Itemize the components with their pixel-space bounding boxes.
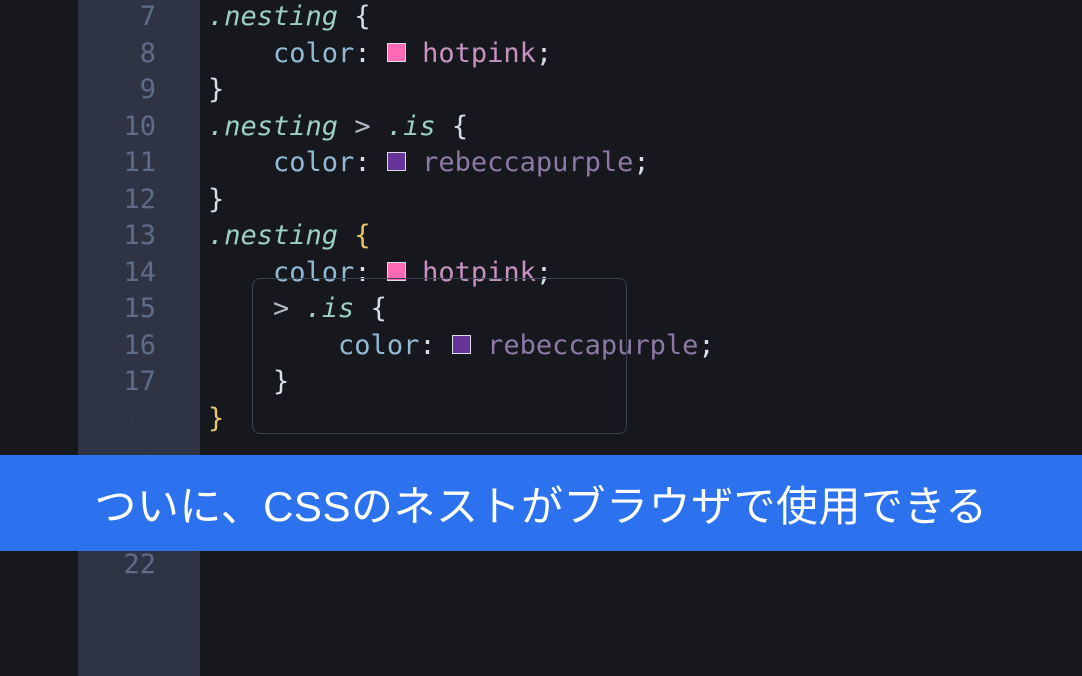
token-punct bbox=[208, 293, 273, 324]
headline-banner: ついに、CSSのネストがブラウザで使用できる bbox=[0, 455, 1082, 551]
code-content[interactable]: .nesting { bbox=[208, 0, 1082, 36]
code-line[interactable]: 8 color: hotpink; bbox=[0, 36, 1082, 73]
line-number: 22 bbox=[0, 547, 170, 584]
rebecca-color-swatch-icon bbox=[387, 152, 406, 171]
code-line[interactable]: 9} bbox=[0, 72, 1082, 109]
token-punct: ; bbox=[633, 147, 649, 178]
token-punct: { bbox=[452, 111, 468, 142]
rebecca-color-swatch-icon bbox=[452, 335, 471, 354]
token-punct: ; bbox=[698, 330, 714, 361]
code-line[interactable]: 16 color: rebeccapurple; bbox=[0, 328, 1082, 365]
token-value-hotpink: hotpink bbox=[406, 257, 536, 288]
token-punct: : bbox=[419, 330, 452, 361]
token-punct: ; bbox=[536, 257, 552, 288]
token-punct: } bbox=[208, 74, 224, 105]
line-number: 18 bbox=[0, 401, 170, 438]
token-value-hotpink: hotpink bbox=[406, 38, 536, 69]
line-number: 7 bbox=[0, 0, 170, 36]
token-prop: color bbox=[273, 257, 354, 288]
token-punct bbox=[208, 366, 273, 397]
code-content[interactable]: .nesting > .is { bbox=[208, 109, 1082, 146]
code-line[interactable]: 7 .nesting { bbox=[0, 0, 1082, 36]
token-punct: } bbox=[208, 184, 224, 215]
line-number: 11 bbox=[0, 145, 170, 182]
line-number: 15 bbox=[0, 291, 170, 328]
code-line[interactable]: 18} bbox=[0, 401, 1082, 438]
line-number: 10 bbox=[0, 109, 170, 146]
token-punct bbox=[208, 147, 273, 178]
token-value-rebecca: rebeccapurple bbox=[406, 147, 634, 178]
hotpink-color-swatch-icon bbox=[387, 43, 406, 62]
token-punct: { bbox=[371, 293, 387, 324]
token-value-rebecca: rebeccapurple bbox=[471, 330, 699, 361]
code-content[interactable]: color: rebeccapurple; bbox=[208, 328, 1082, 365]
token-punct: : bbox=[354, 257, 387, 288]
code-line[interactable]: 15 > .is { bbox=[0, 291, 1082, 328]
token-punct: ; bbox=[536, 38, 552, 69]
token-brace-gold: { bbox=[354, 220, 370, 251]
token-prop: color bbox=[338, 330, 419, 361]
code-content[interactable]: } bbox=[208, 401, 1082, 438]
token-selector: .nesting bbox=[208, 220, 354, 251]
line-number: 13 bbox=[0, 218, 170, 255]
code-content[interactable]: color: rebeccapurple; bbox=[208, 145, 1082, 182]
line-number: 14 bbox=[0, 255, 170, 292]
token-punct bbox=[208, 257, 273, 288]
code-line[interactable]: 22 bbox=[0, 547, 1082, 584]
token-combinator: > bbox=[273, 293, 306, 324]
token-selector: .nesting bbox=[208, 111, 354, 142]
code-content[interactable]: color: hotpink; bbox=[208, 36, 1082, 73]
token-prop: color bbox=[273, 147, 354, 178]
token-punct bbox=[208, 330, 338, 361]
code-content[interactable]: .nesting { bbox=[208, 218, 1082, 255]
code-content[interactable]: } bbox=[208, 72, 1082, 109]
code-content[interactable]: color: hotpink; bbox=[208, 255, 1082, 292]
hotpink-color-swatch-icon bbox=[387, 262, 406, 281]
code-line[interactable]: 11 color: rebeccapurple; bbox=[0, 145, 1082, 182]
token-selector: .nesting bbox=[208, 1, 354, 32]
code-line[interactable]: 12} bbox=[0, 182, 1082, 219]
code-content[interactable]: } bbox=[208, 182, 1082, 219]
code-line[interactable]: 13 .nesting { bbox=[0, 218, 1082, 255]
token-selector: .is bbox=[306, 293, 371, 324]
code-line[interactable]: 10 .nesting > .is { bbox=[0, 109, 1082, 146]
token-prop: color bbox=[273, 38, 354, 69]
code-line[interactable]: 17 } bbox=[0, 364, 1082, 401]
token-selector: .is bbox=[387, 111, 452, 142]
token-punct: { bbox=[354, 1, 370, 32]
code-editor[interactable]: 7.nesting {8 color: hotpink;9}10.nesting… bbox=[0, 0, 1082, 676]
code-content[interactable]: } bbox=[208, 364, 1082, 401]
line-number: 16 bbox=[0, 328, 170, 365]
token-punct: } bbox=[273, 366, 289, 397]
line-number: 8 bbox=[0, 36, 170, 73]
token-brace-gold: } bbox=[208, 403, 224, 434]
line-number: 12 bbox=[0, 182, 170, 219]
line-number: 9 bbox=[0, 72, 170, 109]
code-content[interactable]: > .is { bbox=[208, 291, 1082, 328]
token-combinator: > bbox=[354, 111, 387, 142]
line-number: 17 bbox=[0, 364, 170, 401]
token-punct: : bbox=[354, 38, 387, 69]
token-punct: : bbox=[354, 147, 387, 178]
headline-banner-text: ついに、CSSのネストがブラウザで使用できる bbox=[94, 473, 987, 534]
code-line[interactable]: 14 color: hotpink; bbox=[0, 255, 1082, 292]
token-punct bbox=[208, 38, 273, 69]
